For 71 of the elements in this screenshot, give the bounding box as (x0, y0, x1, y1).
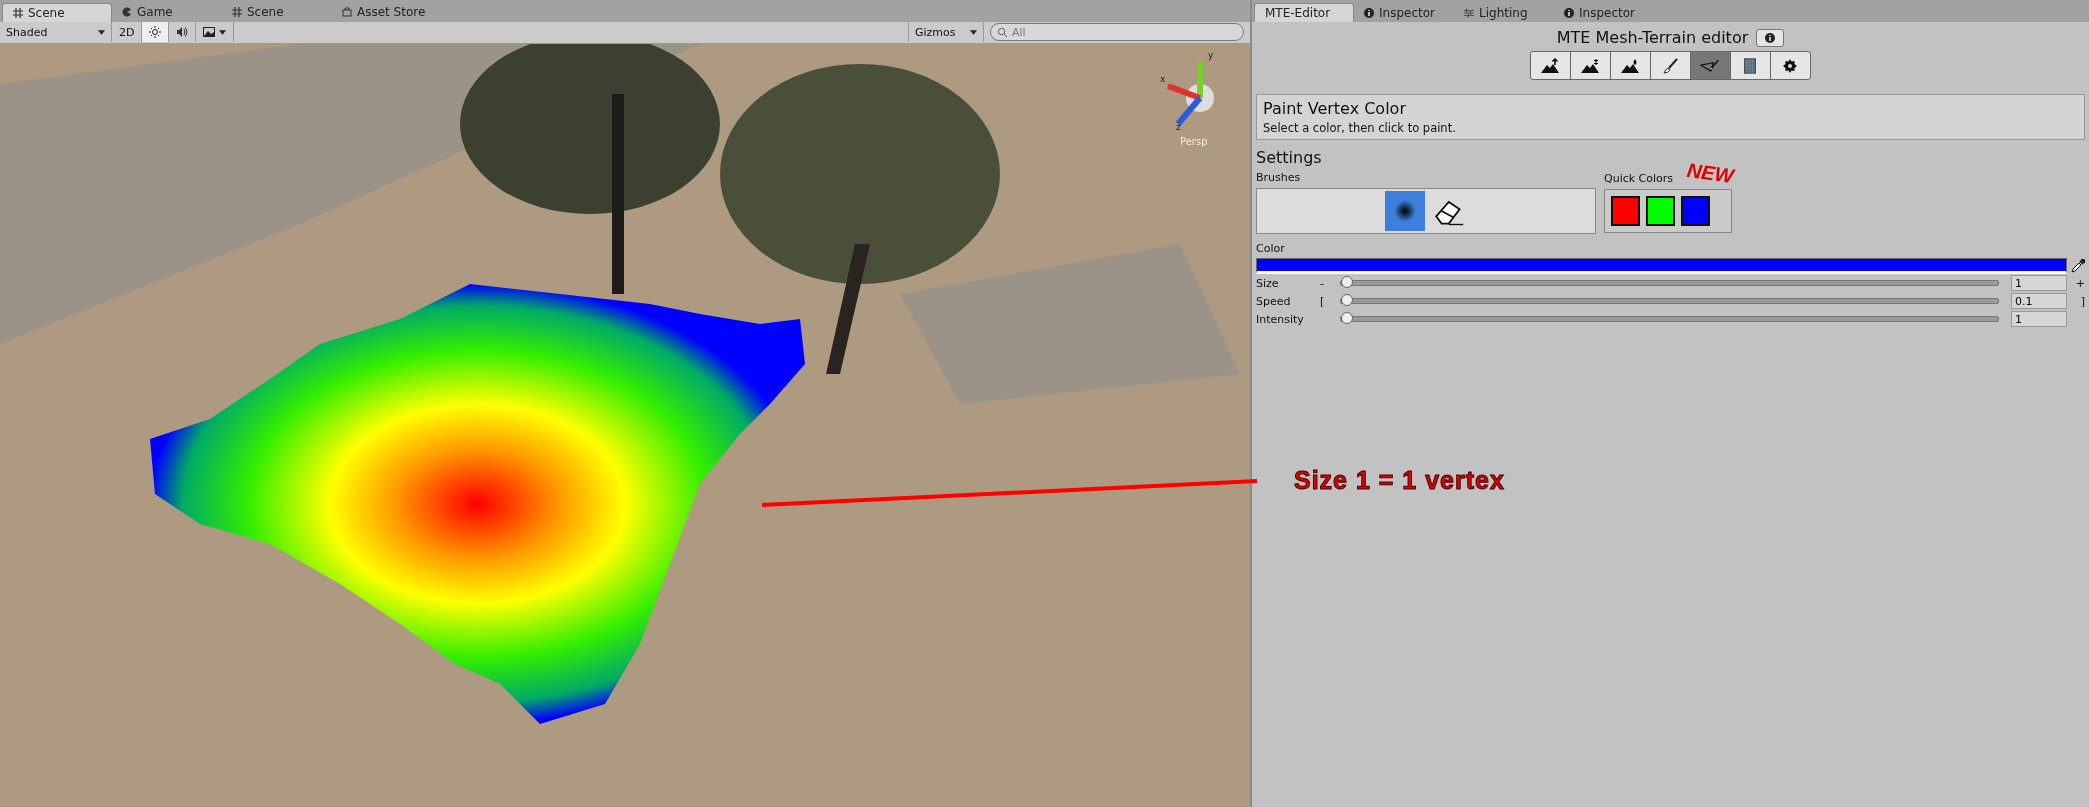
color-swatch[interactable] (1611, 196, 1640, 226)
value-field[interactable]: 1 (2011, 275, 2067, 291)
tool-button[interactable] (1569, 51, 1611, 80)
quick-colors-label: Quick Colors (1604, 172, 1674, 185)
tool-button[interactable] (1769, 51, 1811, 80)
scene-tab[interactable]: Asset Store (332, 2, 442, 22)
mountain-drop-icon (1620, 57, 1640, 74)
slider-thumb[interactable] (1341, 312, 1353, 324)
sliders-icon (1464, 7, 1474, 18)
gizmos-dropdown[interactable]: Gizmos (908, 22, 984, 43)
value-field[interactable]: 1 (2011, 311, 2067, 327)
slider-thumb[interactable] (1341, 294, 1353, 306)
image-icon (203, 26, 216, 39)
caret-icon (98, 29, 105, 35)
slider-thumb[interactable] (1341, 276, 1353, 288)
axis-label: y (1208, 50, 1214, 60)
mode-title: Paint Vertex Color (1263, 99, 1407, 118)
caret-icon (970, 29, 977, 35)
scene-tab[interactable]: Scene (222, 2, 332, 22)
slider-label: Speed (1256, 294, 1292, 308)
slider-label: Size (1256, 276, 1280, 290)
eyedropper-icon[interactable] (2071, 259, 2085, 273)
tool-button[interactable] (1649, 51, 1691, 80)
vertex-brush-icon (1700, 57, 1720, 74)
new-label: NEW (1685, 159, 1735, 187)
annotation-text: Size 1 = 1 vertex (1294, 466, 1505, 495)
search-icon (997, 27, 1008, 39)
settings-heading: Settings (1256, 148, 1323, 167)
increase-marker[interactable]: ] (2080, 294, 2085, 308)
panel-tab[interactable]: Lighting (1454, 3, 1554, 22)
axis-gizmo (1166, 62, 1214, 126)
axis-label: z (1176, 122, 1181, 132)
color-swatch[interactable] (1646, 196, 1675, 226)
scene-tab[interactable]: Scene (2, 2, 112, 22)
mountain-plus-icon (1580, 57, 1600, 74)
tool-button[interactable] (1689, 51, 1731, 80)
info-icon (1765, 32, 1776, 43)
increase-marker[interactable]: + (2075, 276, 2085, 290)
color-label: Color (1256, 242, 1286, 255)
value-field[interactable]: 0.1 (2011, 293, 2067, 309)
mode-description: Select a color, then click to paint. (1263, 121, 1457, 135)
search-field[interactable]: All (990, 23, 1244, 42)
grid-icon (232, 7, 242, 17)
speaker-icon (176, 26, 189, 39)
axis-label: x (1160, 74, 1166, 84)
info-button[interactable] (1756, 28, 1785, 47)
caret-icon (219, 29, 227, 35)
grid-icon (13, 7, 23, 18)
decrease-marker[interactable]: - (1320, 276, 1324, 290)
tool-button[interactable] (1529, 51, 1571, 80)
lighting-toggle[interactable] (142, 22, 170, 43)
store-icon (342, 7, 352, 17)
game-icon (122, 7, 132, 17)
tool-button[interactable] (1729, 51, 1771, 80)
color-field[interactable] (1256, 258, 2067, 274)
panel-tab[interactable]: Inspector (1354, 3, 1454, 22)
brush-icon (1660, 57, 1680, 74)
color-swatch[interactable] (1681, 196, 1710, 226)
slider-label: Intensity (1256, 312, 1305, 326)
panel-tab[interactable]: Inspector (1554, 3, 1654, 22)
panel-tab[interactable]: MTE-Editor (1254, 3, 1354, 22)
info-icon (1364, 7, 1374, 18)
mountain-arrow-icon (1540, 57, 1560, 74)
shading-dropdown[interactable]: Shaded (0, 22, 112, 43)
brushes-label: Brushes (1256, 171, 1302, 184)
editor-title: MTE Mesh-Terrain editor (1556, 28, 1749, 47)
tool-button[interactable] (1609, 51, 1651, 80)
scene-tab[interactable]: Game (112, 2, 222, 22)
sun-icon (149, 26, 162, 39)
info-icon (1564, 7, 1574, 18)
decrease-marker[interactable]: [ (1320, 294, 1325, 308)
